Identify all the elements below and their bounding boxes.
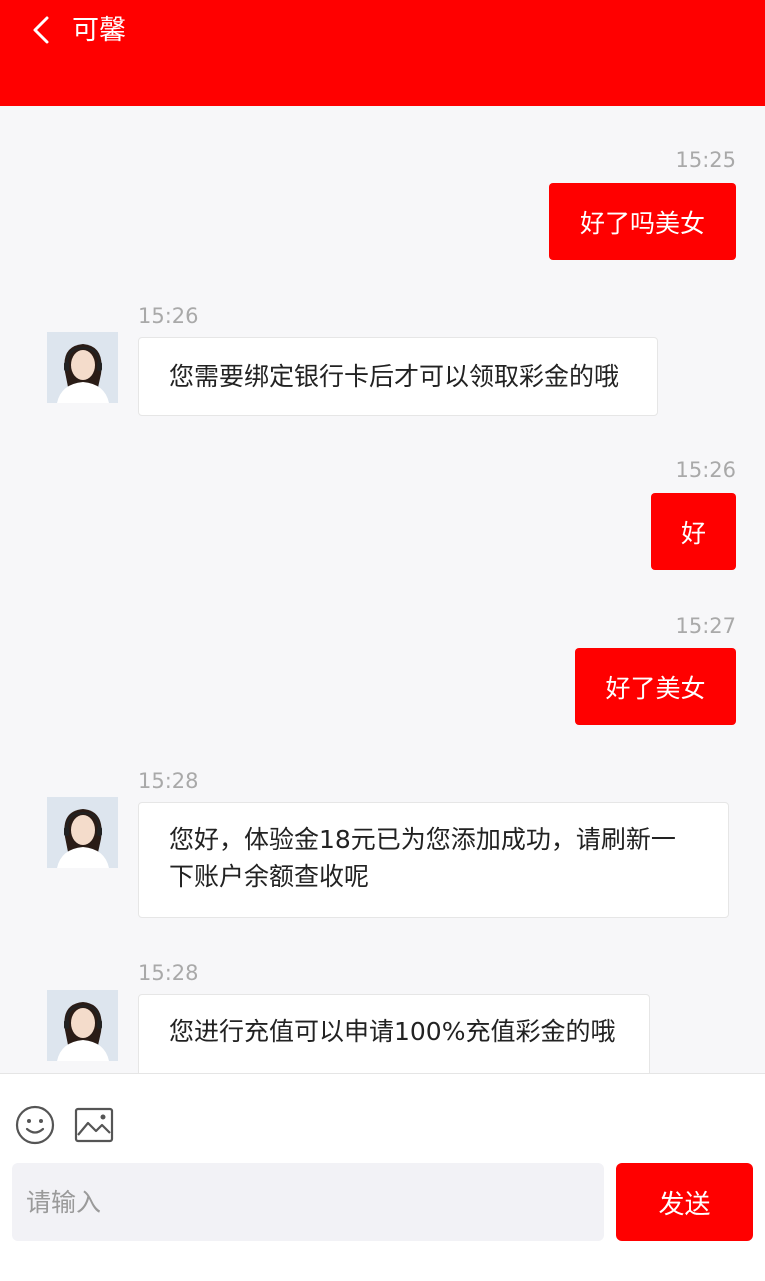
incoming-message-bubble[interactable]: 您进行充值可以申请100%充值彩金的哦 [138,994,650,1073]
back-button[interactable] [26,14,56,46]
input-toolbar: 发送 [0,1073,765,1281]
image-icon [74,1107,114,1143]
message-timestamp: 15:25 [675,148,736,172]
chevron-left-icon [33,16,49,44]
emoji-button[interactable] [14,1104,56,1146]
message-timestamp: 15:28 [138,961,199,985]
message-timestamp: 15:26 [138,304,199,328]
image-button[interactable] [73,1104,115,1146]
agent-avatar[interactable] [47,797,118,868]
message-timestamp: 15:28 [138,769,199,793]
message-timestamp: 15:26 [675,458,736,482]
outgoing-message-bubble[interactable]: 好了吗美女 [549,183,736,260]
agent-avatar-image [47,332,118,403]
agent-avatar[interactable] [47,990,118,1061]
chat-header: 可馨 [0,0,765,106]
outgoing-message-bubble[interactable]: 好了美女 [575,648,736,725]
message-input[interactable] [12,1163,604,1241]
agent-avatar[interactable] [47,332,118,403]
outgoing-message-bubble[interactable]: 好 [651,493,736,570]
incoming-message-bubble[interactable]: 您需要绑定银行卡后才可以领取彩金的哦 [138,337,658,416]
agent-avatar-image [47,797,118,868]
incoming-message-bubble[interactable]: 您好，体验金18元已为您添加成功，请刷新一下账户余额查收呢 [138,802,729,918]
send-button[interactable]: 发送 [616,1163,753,1241]
smiley-icon [15,1105,55,1145]
chat-title: 可馨 [72,15,126,46]
message-timestamp: 15:27 [675,614,736,638]
agent-avatar-image [47,990,118,1061]
message-list[interactable]: 15:25 好了吗美女 15:26 您需要绑定银行卡后才可以领取彩金的哦 15:… [0,106,765,1073]
